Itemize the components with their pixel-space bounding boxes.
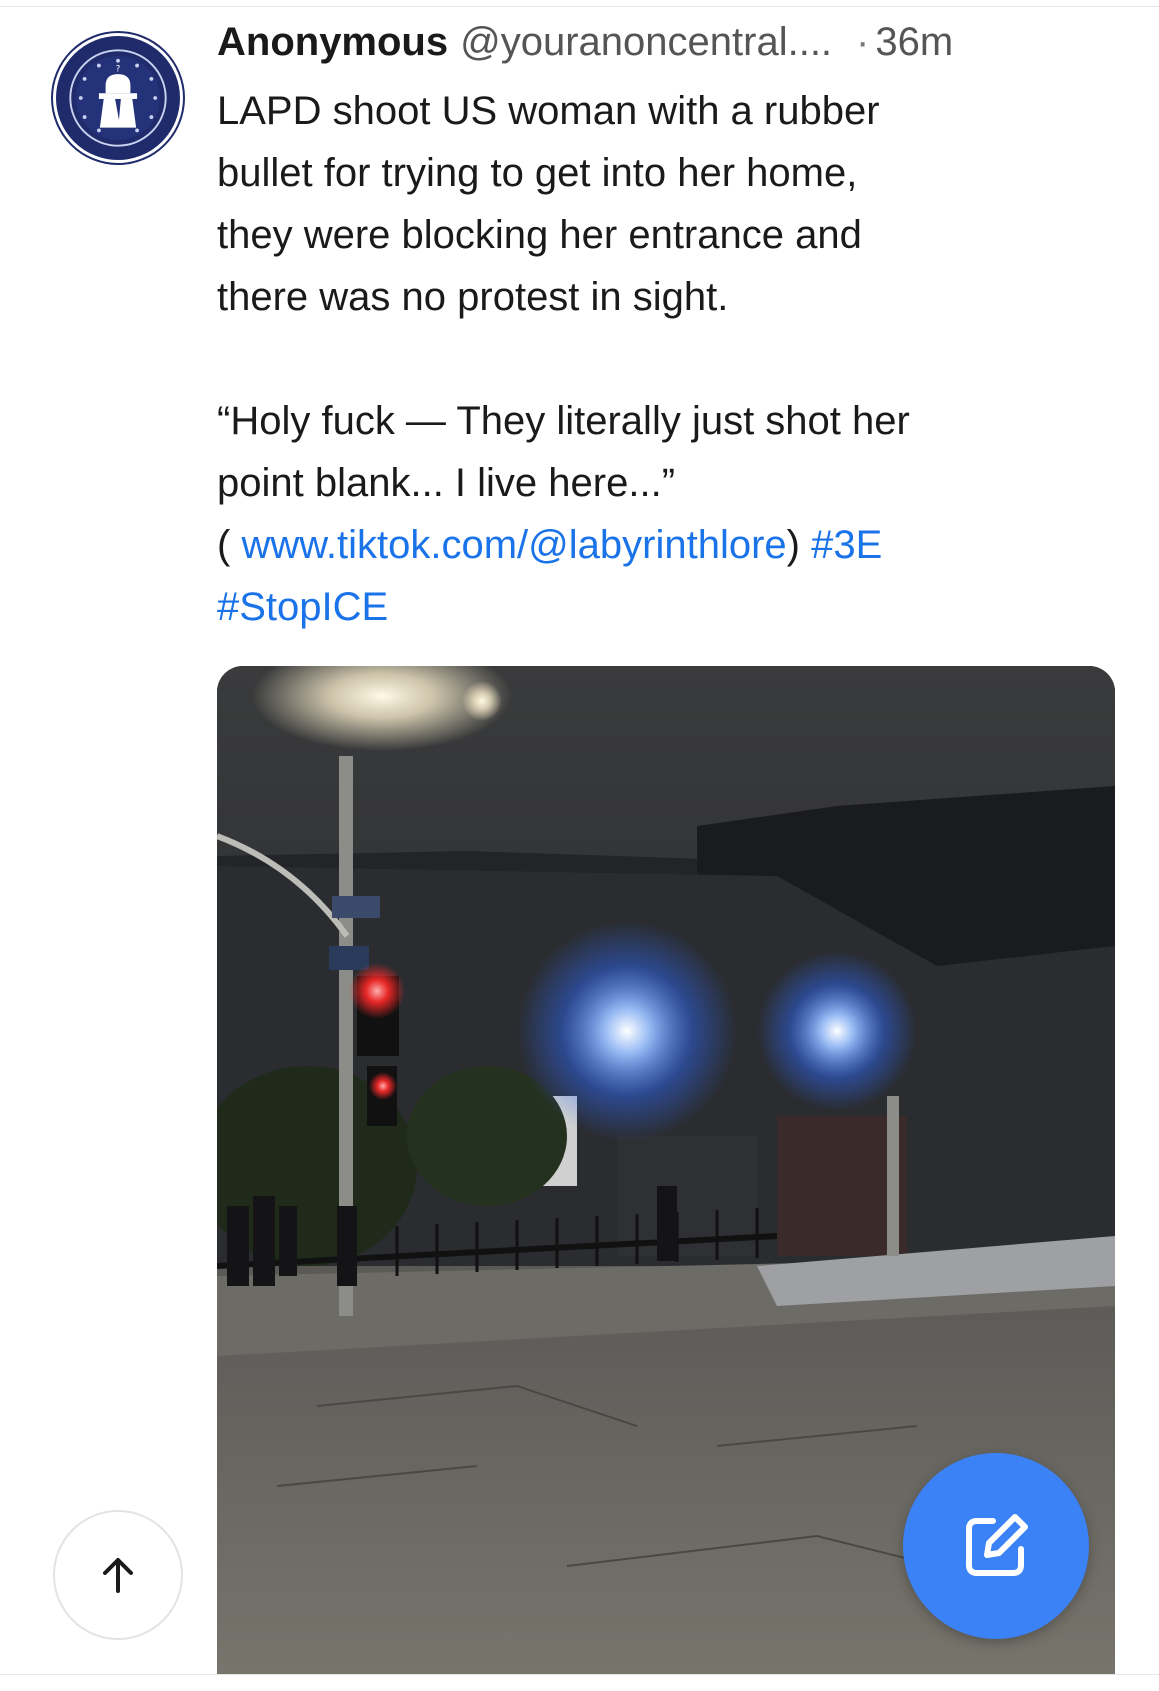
anonymous-emblem-icon: ? bbox=[58, 38, 178, 158]
post-timestamp[interactable]: 36m bbox=[875, 20, 953, 65]
post-body: LAPD shoot US woman with a rubber bullet… bbox=[217, 80, 1117, 638]
quote-line: “Holy fuck — They literally just shot he… bbox=[217, 399, 910, 443]
link-open-paren: ( bbox=[217, 523, 242, 567]
link-line: ( www.tiktok.com/@labyrinthlore) #3E bbox=[217, 514, 1117, 576]
body-line: they were blocking her entrance and bbox=[217, 213, 862, 257]
compose-button[interactable] bbox=[903, 1453, 1089, 1639]
hashtag-3e[interactable]: #3E bbox=[811, 523, 882, 567]
post[interactable]: Anonymous @youranoncentral.... · 36m LAP… bbox=[217, 20, 1117, 638]
body-line: there was no protest in sight. bbox=[217, 275, 729, 319]
author-name[interactable]: Anonymous bbox=[217, 20, 448, 65]
scroll-to-top-button[interactable] bbox=[53, 1510, 183, 1640]
avatar[interactable]: ? bbox=[53, 33, 183, 163]
link-close-paren: ) bbox=[786, 523, 812, 567]
meta-separator: · bbox=[856, 20, 870, 64]
hashtag-stopice[interactable]: #StopICE bbox=[217, 576, 1117, 638]
author-handle[interactable]: @youranoncentral.... bbox=[460, 20, 832, 65]
body-line: LAPD shoot US woman with a rubber bbox=[217, 89, 880, 133]
svg-text:?: ? bbox=[116, 64, 121, 74]
tiktok-link[interactable]: www.tiktok.com/@labyrinthlore bbox=[241, 523, 786, 567]
top-divider bbox=[0, 6, 1159, 7]
bottom-divider bbox=[0, 1674, 1159, 1675]
body-line: bullet for trying to get into her home, bbox=[217, 151, 858, 195]
quote-line: point blank... I live here...” bbox=[217, 461, 676, 505]
post-meta: Anonymous @youranoncentral.... · 36m bbox=[217, 20, 1117, 80]
compose-edit-icon bbox=[966, 1514, 1028, 1576]
arrow-up-icon bbox=[103, 1558, 133, 1593]
